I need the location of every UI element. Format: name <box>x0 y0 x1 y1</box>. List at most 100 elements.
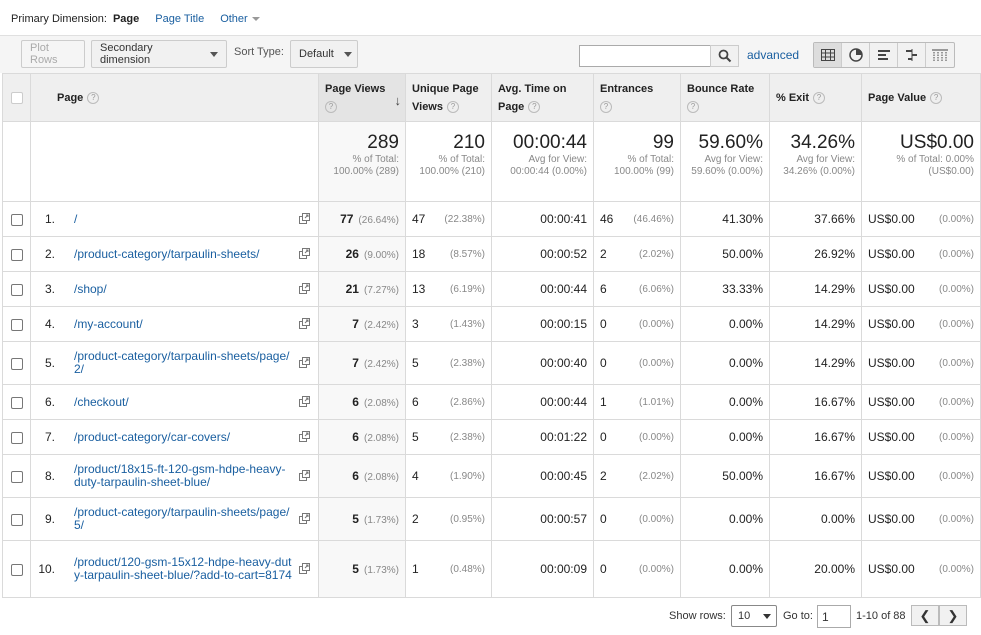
row-checkbox[interactable] <box>10 357 23 370</box>
column-header-page-views[interactable]: Page Views? ↓ <box>318 73 406 122</box>
page-link[interactable]: /product/120-gsm-15x12-hdpe-heavy-duty-t… <box>74 556 292 582</box>
bounce-rate-cell: 41.30% <box>680 201 770 237</box>
page-link[interactable]: /product-category/tarpaulin-sheets/ <box>74 247 292 261</box>
open-external-icon[interactable] <box>299 513 310 524</box>
open-external-icon[interactable] <box>299 563 310 574</box>
pie-view-button[interactable] <box>842 43 870 67</box>
primary-dimension-bar: Primary Dimension: Page Page Title Other <box>0 0 981 38</box>
entrances-cell: 6 (6.06%) <box>593 271 681 307</box>
row-index: 1. <box>44 212 55 226</box>
table-search-input[interactable] <box>579 45 711 67</box>
avg-time-value: 00:00:44 <box>540 282 587 296</box>
bounce-rate-value: 0.00% <box>728 430 763 444</box>
row-checkbox[interactable] <box>10 563 23 576</box>
goto-input[interactable]: 1 <box>817 605 851 628</box>
unique-page-views-cell: 2 (0.95%) <box>405 497 492 541</box>
plot-rows-button[interactable]: Plot Rows <box>21 40 85 68</box>
unique-page-views-cell: 4 (1.90%) <box>405 454 492 498</box>
open-external-icon[interactable] <box>299 213 310 224</box>
dimension-page[interactable]: Page <box>113 13 139 25</box>
help-icon[interactable]: ? <box>687 100 699 113</box>
dimension-other[interactable]: Other <box>220 13 260 25</box>
open-external-icon[interactable] <box>299 431 310 442</box>
row-checkbox[interactable] <box>10 283 23 296</box>
page-link[interactable]: /product-category/car-covers/ <box>74 430 292 444</box>
plot-rows-label: Plot Rows <box>30 42 58 66</box>
open-external-icon[interactable] <box>299 248 310 259</box>
row-checkbox[interactable] <box>10 396 23 409</box>
page-views-pct: (1.73%) <box>363 565 399 576</box>
entrances-pct: (2.02%) <box>638 470 674 482</box>
unique-page-views-value: 13 <box>412 282 426 296</box>
show-rows-select[interactable]: 10 <box>731 605 777 627</box>
column-header-avg-time[interactable]: Avg. Time on Page? <box>491 73 594 122</box>
column-header-page[interactable]: Page? <box>30 73 319 122</box>
avg-time-cell: 00:00:40 <box>491 341 594 385</box>
total-exit: 34.26% Avg for View: 34.26% (0.00%) <box>769 121 862 202</box>
sort-type-dropdown[interactable]: Default <box>290 40 358 68</box>
prev-page-button[interactable]: ❮ <box>911 605 939 626</box>
page-value-value: US$0.00 <box>868 212 915 226</box>
row-checkbox[interactable] <box>10 213 23 226</box>
help-icon[interactable]: ? <box>325 100 337 113</box>
help-icon[interactable]: ? <box>813 91 826 104</box>
row-checkbox-cell <box>2 201 31 237</box>
chevron-down-icon <box>210 51 218 57</box>
page-views-value: 21 <box>345 282 359 296</box>
column-header-unique-page-views[interactable]: Unique Page Views? <box>405 73 492 122</box>
dimension-page-title[interactable]: Page Title <box>155 13 204 25</box>
row-checkbox[interactable] <box>10 431 23 444</box>
row-checkbox[interactable] <box>10 513 23 526</box>
page-value-pct: (0.00%) <box>938 318 974 330</box>
open-external-icon[interactable] <box>299 318 310 329</box>
chevron-down-icon <box>763 614 771 619</box>
open-external-icon[interactable] <box>299 396 310 407</box>
page-value-cell: US$0.00 (0.00%) <box>861 454 981 498</box>
secondary-dimension-dropdown[interactable]: Secondary dimension <box>91 40 227 68</box>
column-header-bounce-rate[interactable]: Bounce Rate? <box>680 73 770 122</box>
unique-page-views-cell: 5 (2.38%) <box>405 419 492 455</box>
search-button[interactable] <box>710 45 739 67</box>
row-checkbox[interactable] <box>10 248 23 261</box>
page-value-cell: US$0.00 (0.00%) <box>861 497 981 541</box>
entrances-value: 2 <box>600 469 607 483</box>
column-header-exit[interactable]: % Exit? <box>769 73 862 122</box>
entrances-pct: (6.06%) <box>638 283 674 295</box>
advanced-filter-link[interactable]: advanced <box>747 48 799 62</box>
page-views-cell: 5 (1.73%) <box>318 540 406 598</box>
page-link[interactable]: /checkout/ <box>74 395 292 409</box>
performance-view-button[interactable] <box>870 43 898 67</box>
comparison-view-button[interactable] <box>898 43 926 67</box>
help-icon[interactable]: ? <box>930 91 943 104</box>
pivot-view-button[interactable] <box>926 43 954 67</box>
help-icon[interactable]: ? <box>87 91 100 104</box>
help-icon[interactable]: ? <box>528 100 541 113</box>
table-row: 9. /product-category/tarpaulin-sheets/pag… <box>2 497 981 541</box>
open-external-icon[interactable] <box>299 283 310 294</box>
page-link[interactable]: /my-account/ <box>74 317 292 331</box>
avg-time-value: 00:00:09 <box>540 562 587 576</box>
column-header-entrances[interactable]: Entrances? <box>593 73 681 122</box>
unique-page-views-value: 1 <box>412 562 419 576</box>
column-header-page-value[interactable]: Page Value? <box>861 73 981 122</box>
help-icon[interactable]: ? <box>600 100 612 113</box>
page-link[interactable]: /shop/ <box>74 282 292 296</box>
page-link[interactable]: / <box>74 212 292 226</box>
help-icon[interactable]: ? <box>447 100 459 113</box>
avg-time-cell: 00:00:41 <box>491 201 594 237</box>
exit-cell: 14.29% <box>769 341 862 385</box>
bounce-rate-cell: 0.00% <box>680 384 770 420</box>
unique-page-views-value: 6 <box>412 395 419 409</box>
next-page-button[interactable]: ❯ <box>939 605 967 626</box>
row-checkbox[interactable] <box>10 318 23 331</box>
page-link[interactable]: /product-category/tarpaulin-sheets/page/… <box>74 350 292 376</box>
select-all-checkbox[interactable] <box>10 91 23 104</box>
page-link[interactable]: /product-category/tarpaulin-sheets/page/… <box>74 506 292 532</box>
open-external-icon[interactable] <box>299 470 310 481</box>
row-checkbox[interactable] <box>10 470 23 483</box>
page-link[interactable]: /product/18x15-ft-120-gsm-hdpe-heavy-dut… <box>74 463 292 489</box>
pie-view-icon <box>848 48 863 62</box>
open-external-icon[interactable] <box>299 357 310 368</box>
page-views-cell: 6 (2.08%) <box>318 384 406 420</box>
table-view-button[interactable] <box>814 43 842 67</box>
